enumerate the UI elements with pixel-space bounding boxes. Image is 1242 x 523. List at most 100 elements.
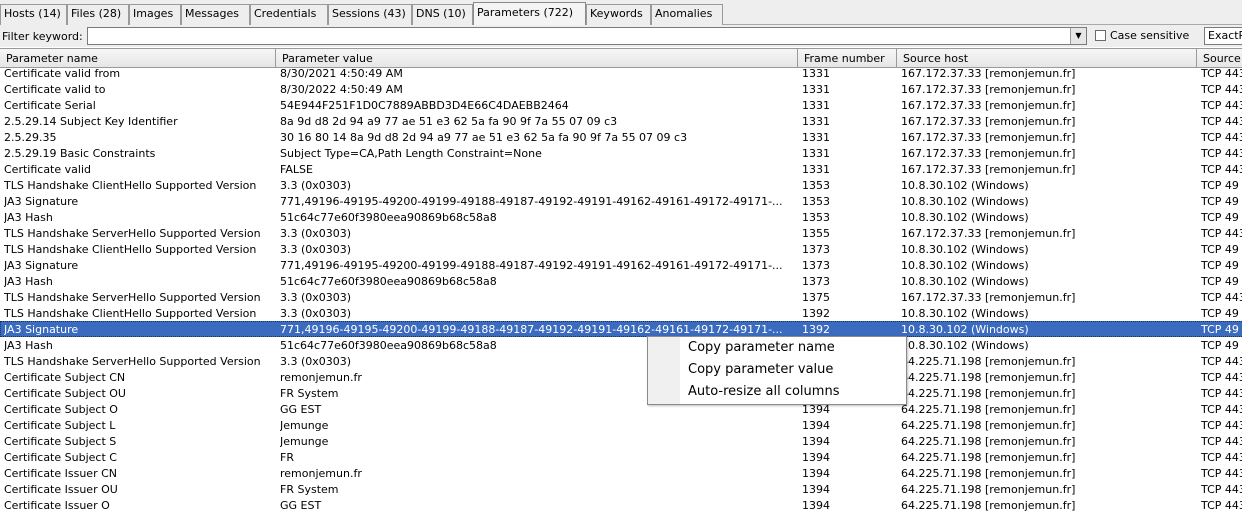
cell-parameter-value: 8/30/2021 4:50:49 AM [280,67,403,80]
cell-parameter-name: Certificate Subject CN [4,371,126,384]
cell-source-port: TCP 49 [1201,307,1239,320]
table-row[interactable]: TLS Handshake ServerHello Supported Vers… [0,353,1242,369]
cell-source-host: 64.225.71.198 [remonjemun.fr] [901,483,1076,496]
cell-source-host: 167.172.37.33 [remonjemun.fr] [901,227,1076,240]
copy-parameter-value-menu-item[interactable]: Copy parameter value [688,362,833,382]
cell-source-host: 64.225.71.198 [remonjemun.fr] [901,419,1076,432]
cell-parameter-value: FR [280,451,294,464]
table-row[interactable]: TLS Handshake ClientHello Supported Vers… [0,241,1242,257]
tab-files[interactable]: Files (28) [67,4,129,25]
tab-images[interactable]: Images [129,4,181,25]
cell-source-port: TCP 443 [1201,435,1242,448]
cell-source-port: TCP 443 [1201,499,1242,512]
case-sensitive-checkbox[interactable] [1095,30,1106,41]
table-row[interactable]: Certificate Serial 54E944F251F1D0C7889ABB… [0,97,1242,113]
cell-parameter-name: JA3 Signature [4,323,79,336]
tab-credentials[interactable]: Credentials [250,4,328,25]
cell-parameter-value: 771,49196-49195-49200-49199-49188-49187-… [280,259,783,272]
auto-resize-columns-menu-item[interactable]: Auto-resize all columns [688,384,839,404]
cell-frame-number: 1394 [802,451,830,464]
tab-bar: Hosts (14) Files (28) Images Messages Creden… [0,0,1242,25]
tab-keywords[interactable]: Keywords [586,4,651,25]
table-row[interactable]: 2.5.29.35 30 16 80 14 8a 9d d8 2d 94 a9 7… [0,129,1242,145]
table-row[interactable]: JA3 Signature 771,49196-49195-49200-49199… [0,193,1242,209]
cell-frame-number: 1331 [802,163,830,176]
cell-source-host: 64.225.71.198 [remonjemun.fr] [901,451,1076,464]
cell-frame-number: 1394 [802,435,830,448]
cell-frame-number: 1353 [802,179,830,192]
cell-source-port: TCP 49 [1201,211,1239,224]
cell-source-port: TCP 49 [1201,243,1239,256]
cell-parameter-value: GG EST [280,499,322,512]
table-row[interactable]: JA3 Hash 51c64c77e60f3980eea90869b68c58a8… [0,209,1242,225]
cell-source-port: TCP 443 [1201,355,1242,368]
table-row[interactable]: Certificate Subject L Jemunge 1394 64.225.7… [0,417,1242,433]
cell-frame-number: 1394 [802,499,830,512]
tab-anomalies[interactable]: Anomalies [651,4,723,25]
cell-parameter-value: 8/30/2022 4:50:49 AM [280,83,403,96]
cell-source-host: 10.8.30.102 (Windows) [901,323,1029,336]
cell-parameter-value: remonjemun.fr [280,467,362,480]
cell-parameter-name: TLS Handshake ClientHello Supported Vers… [4,307,257,320]
table-row[interactable]: JA3 Hash 51c64c77e60f3980eea90869b68c58a8… [0,337,1242,353]
tab-messages[interactable]: Messages [181,4,250,25]
cell-parameter-value: 3.3 (0x0303) [280,291,352,304]
table-row[interactable]: TLS Handshake ServerHello Supported Vers… [0,225,1242,241]
chevron-down-icon[interactable]: ▼ [1070,28,1086,44]
table-row[interactable]: JA3 Signature 771,49196-49195-49200-49199… [0,321,1242,337]
cell-source-host: 167.172.37.33 [remonjemun.fr] [901,291,1076,304]
case-sensitive-label[interactable]: Case sensitive [1110,29,1189,42]
cell-parameter-value: 3.3 (0x0303) [280,307,352,320]
cell-source-host: 10.8.30.102 (Windows) [901,195,1029,208]
cell-source-port: TCP 443 [1201,147,1242,160]
copy-parameter-name-menu-item[interactable]: Copy parameter name [688,340,835,360]
cell-parameter-value: Jemunge [280,435,329,448]
table-row[interactable]: Certificate valid FALSE 1331 167.172.37.33 … [0,161,1242,177]
cell-source-port: TCP 49 [1201,275,1239,288]
table-row[interactable]: TLS Handshake ClientHello Supported Vers… [0,177,1242,193]
table-row[interactable]: 2.5.29.19 Basic Constraints Subject Type=… [0,145,1242,161]
table-row[interactable]: Certificate Subject CNremonjemun.fr13946… [0,369,1242,385]
cell-parameter-name: JA3 Hash [4,275,53,288]
cell-source-host: 64.225.71.198 [remonjemun.fr] [901,499,1076,512]
filter-keyword-combobox[interactable]: ▼ [87,27,1087,45]
parameters-table: Parameter name Parameter value Frame numbe… [0,48,1242,523]
cell-source-port: TCP 443 [1201,483,1242,496]
table-row[interactable]: 2.5.29.14 Subject Key Identifier 8a 9d d8… [0,113,1242,129]
tab-parameters[interactable]: Parameters (722) [473,2,586,25]
match-mode-select[interactable]: ExactPhrase [1204,27,1242,45]
table-row[interactable]: Certificate Subject C FR 1394 64.225.71.198… [0,449,1242,465]
cell-parameter-value: 3.3 (0x0303) [280,243,352,256]
table-row[interactable]: JA3 Hash 51c64c77e60f3980eea90869b68c58a8… [0,273,1242,289]
table-row[interactable]: Certificate Issuer CN remonjemun.fr 1394 64… [0,465,1242,481]
table-row[interactable]: Certificate Issuer O GG EST 1394 64.225.71.… [0,497,1242,513]
table-row[interactable]: Certificate Subject S Jemunge 1394 64.225.7… [0,433,1242,449]
cell-source-host: 10.8.30.102 (Windows) [901,211,1029,224]
table-row[interactable]: Certificate Issuer OU FR System 1394 64.225… [0,481,1242,497]
cell-source-port: TCP 443 [1201,467,1242,480]
cell-frame-number: 1373 [802,243,830,256]
filter-bar: Filter keyword: ▼ Case sensitive ExactPh… [0,25,1242,47]
filter-keyword-input[interactable] [88,28,1070,44]
tab-dns[interactable]: DNS (10) [412,4,473,25]
table-row[interactable]: Certificate valid from 8/30/2021 4:50:49 … [0,65,1242,81]
cell-parameter-value: 8a 9d d8 2d 94 a9 77 ae 51 e3 62 5a fa 9… [280,115,618,128]
cell-frame-number: 1392 [802,323,830,336]
cell-source-port: TCP 443 [1201,115,1242,128]
cell-source-port: TCP 443 [1201,163,1242,176]
tab-hosts[interactable]: Hosts (14) [0,4,67,25]
cell-parameter-name: TLS Handshake ServerHello Supported Vers… [4,227,261,240]
cell-parameter-name: TLS Handshake ServerHello Supported Vers… [4,355,261,368]
tab-sessions[interactable]: Sessions (43) [328,4,412,25]
table-row[interactable]: Certificate Subject OUFR System139464.22… [0,385,1242,401]
table-row[interactable]: TLS Handshake ServerHello Supported Vers… [0,289,1242,305]
cell-parameter-name: JA3 Hash [4,339,53,352]
table-row[interactable]: Certificate Subject O GG EST 1394 64.225.71… [0,401,1242,417]
context-menu-gutter [648,337,680,404]
cell-parameter-name: TLS Handshake ServerHello Supported Vers… [4,291,261,304]
table-row[interactable]: TLS Handshake ClientHello Supported Vers… [0,305,1242,321]
table-row[interactable]: JA3 Signature 771,49196-49195-49200-49199… [0,257,1242,273]
cell-frame-number: 1373 [802,259,830,272]
table-row[interactable]: Certificate valid to 8/30/2022 4:50:49 AM… [0,81,1242,97]
cell-source-port: TCP 49 [1201,339,1239,352]
